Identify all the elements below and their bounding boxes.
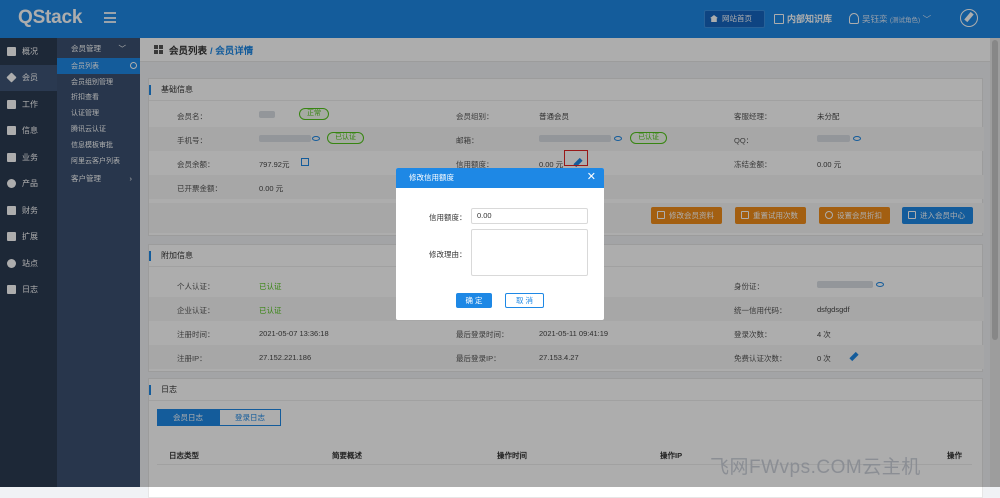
edit-credit-modal: 修改信用额度 ✕ 信用额度： 0.00 修改理由： 确 定 取 消 [396, 168, 604, 320]
credit-input[interactable]: 0.00 [471, 208, 588, 224]
modal-title: 修改信用额度 [409, 173, 454, 182]
confirm-button[interactable]: 确 定 [456, 293, 492, 308]
close-icon[interactable]: ✕ [587, 172, 596, 183]
cancel-button[interactable]: 取 消 [505, 293, 544, 308]
reason-textarea[interactable] [471, 229, 588, 276]
modal-header: 修改信用额度 ✕ [396, 168, 604, 188]
